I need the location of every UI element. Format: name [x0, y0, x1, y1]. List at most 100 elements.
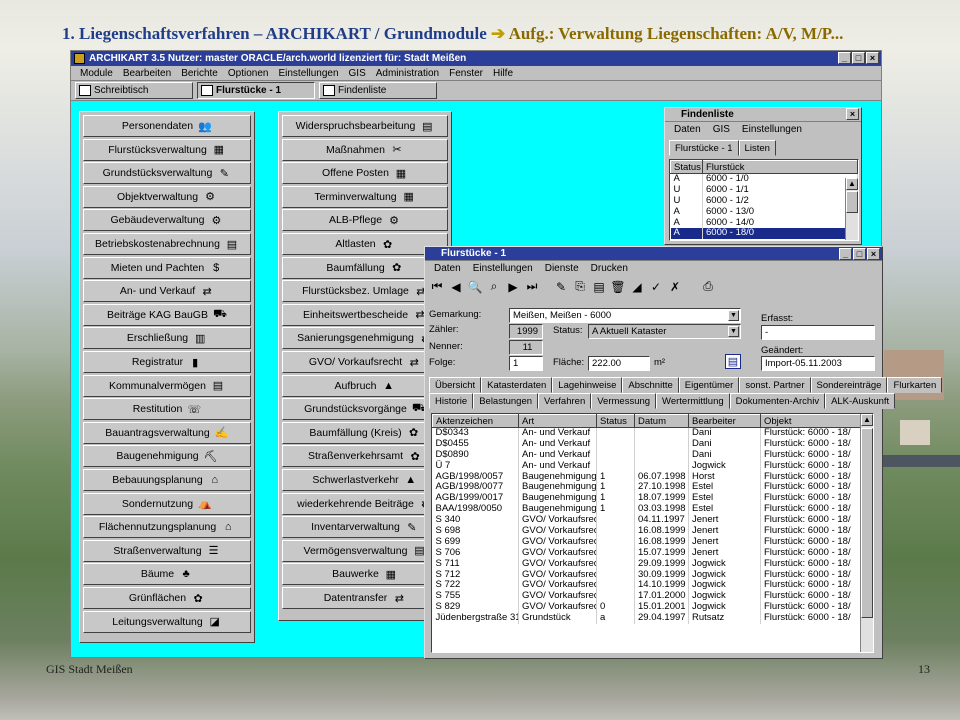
module-button[interactable]: Bebauungsplanung ⌂	[83, 469, 251, 491]
table-row[interactable]: AGB/1999/0017 Baugenehmigung 1 18.07.1999 Es…	[432, 492, 873, 504]
flurstuecke-tab[interactable]: Verfahren	[538, 393, 592, 409]
flurstuecke-maximize-button[interactable]: □	[853, 248, 866, 260]
module-button[interactable]: Sondernutzung ⛺	[83, 492, 251, 515]
table-row[interactable]: S 698GVO/ Vorkaufsrecht 16.08.1999JenertF…	[432, 525, 873, 537]
list-item[interactable]: A 6000 - 13/0	[670, 206, 858, 218]
module-button[interactable]: Objektverwaltung ⚙	[83, 185, 251, 208]
table-row[interactable]: S 711GVO/ Vorkaufsrecht 29.09.1999Jogwick…	[432, 558, 873, 570]
column-header[interactable]: Aktenzeichen	[432, 414, 519, 428]
table-row[interactable]: AGB/1998/0057 Baugenehmigung 1 06.07.1998 Ho…	[432, 471, 873, 482]
zaehler-field[interactable]: 1999	[509, 324, 543, 339]
last-record-icon[interactable]: ⏭	[524, 279, 540, 294]
geaendert-field[interactable]: Import-05.11.2003	[761, 356, 875, 371]
column-header[interactable]: Status	[596, 414, 635, 428]
module-button[interactable]: Maßnahmen ✂	[282, 138, 448, 161]
first-record-icon[interactable]: ⏮	[429, 279, 445, 294]
flurstuecke-tab[interactable]: Flurkarten	[887, 377, 943, 393]
flurstuecke-tab[interactable]: Übersicht	[429, 377, 482, 393]
prev-record-icon[interactable]: ◀	[448, 280, 464, 294]
module-button[interactable]: Leitungsverwaltung ◪	[83, 610, 251, 633]
module-button[interactable]: Straßenverwaltung ☰	[83, 539, 251, 562]
confirm-icon[interactable]: ✓	[648, 280, 664, 294]
findenliste-menu-item[interactable]: GIS	[707, 124, 736, 135]
list-item[interactable]: U 6000 - 1/2	[670, 195, 858, 207]
module-button[interactable]: ALB-Pflege ⚙	[282, 209, 448, 232]
print-icon[interactable]: ⎙	[700, 279, 716, 294]
column-header[interactable]: Objekt	[760, 414, 873, 428]
menu-item-einstellungen[interactable]: Einstellungen	[273, 68, 343, 79]
flurstuecke-menu-item[interactable]: Dienste	[539, 263, 585, 274]
flurstuecke-tab[interactable]: Abschnitte	[622, 377, 679, 393]
flurstuecke-menu-item[interactable]: Einstellungen	[467, 263, 539, 274]
erase-icon[interactable]: ◢	[629, 280, 645, 294]
menu-item-bearbeiten[interactable]: Bearbeiten	[118, 68, 176, 79]
menu-item-optionen[interactable]: Optionen	[223, 68, 274, 79]
cancel-icon[interactable]: ✗	[667, 280, 683, 294]
flurstuecke-tab[interactable]: Dokumenten-Archiv	[729, 393, 826, 409]
table-row[interactable]: S 829GVO/ Vorkaufsrecht015.01.2001Jogwic…	[432, 601, 873, 613]
maximize-button[interactable]: □	[852, 52, 865, 64]
module-button[interactable]: Mieten und Pachten $	[83, 256, 251, 279]
flurstuecke-tab[interactable]: ALK-Auskunft	[825, 393, 896, 409]
menu-item-gis[interactable]: GIS	[344, 68, 371, 79]
flurstuecke-tab[interactable]: Sondereinträge	[810, 377, 888, 393]
flurstuecke-tab[interactable]: Wertermittlung	[656, 393, 730, 409]
flurstuecke-menu-item[interactable]: Daten	[428, 263, 467, 274]
menu-item-administration[interactable]: Administration	[371, 68, 444, 79]
table-row[interactable]: D$0343 An- und Verkauf Dani Flurstück: 6000…	[432, 427, 873, 439]
list-item[interactable]: A 6000 - 1/0	[670, 173, 858, 185]
menu-item-hilfe[interactable]: Hilfe	[488, 68, 518, 79]
module-button[interactable]: Flächennutzungsplanung ⌂	[83, 516, 251, 539]
module-button[interactable]: Kommunalvermögen ▤	[83, 374, 251, 397]
close-button[interactable]: ×	[866, 52, 879, 64]
table-row[interactable]: Jüdenbergstraße 31 - Grundstück a 29.04.199…	[432, 612, 873, 624]
list-item[interactable]: U 6000 - 1/1	[670, 184, 858, 196]
module-button[interactable]: Terminverwaltung ▦	[282, 185, 448, 208]
erfasst-field[interactable]: -	[761, 325, 875, 340]
module-button[interactable]: Personendaten 👥	[83, 115, 251, 137]
flurstuecke-tab[interactable]: Eigentümer	[678, 377, 740, 393]
flurstuecke-tab[interactable]: Katasterdaten	[481, 377, 553, 393]
module-button[interactable]: Registratur ▮	[83, 351, 251, 373]
table-row[interactable]: S 706GVO/ Vorkaufsrecht 15.07.1999JenertF…	[432, 547, 873, 559]
table-row[interactable]: S 699GVO/ Vorkaufsrecht 16.08.1999JenertF…	[432, 536, 873, 548]
flurstuecke-minimize-button[interactable]: _	[839, 248, 852, 260]
chevron-down-icon[interactable]: ▼	[728, 310, 739, 321]
findenliste-menu-item[interactable]: Einstellungen	[736, 124, 808, 135]
column-header[interactable]: Flurstück	[702, 160, 858, 174]
next-record-icon[interactable]: ▶	[505, 280, 521, 294]
menu-item-module[interactable]: Module	[75, 68, 118, 79]
table-row[interactable]: S 712GVO/ Vorkaufsrecht 30.09.1999Jogwick…	[432, 569, 873, 580]
findenliste-scrollbar[interactable]: ▲	[845, 178, 858, 240]
module-button[interactable]: An- und Verkauf ⇄	[83, 280, 251, 303]
module-button[interactable]: Restitution ☏	[83, 398, 251, 421]
module-button[interactable]: Baugenehmigung ⛏	[83, 445, 251, 468]
paste-icon[interactable]: ▤	[591, 280, 607, 294]
flaeche-field[interactable]: 222.00	[588, 356, 650, 371]
module-button[interactable]: Erschließung ▥	[83, 327, 251, 350]
copy-icon[interactable]: ⎘	[572, 279, 588, 294]
table-row[interactable]: AGB/1998/0077 Baugenehmigung 1 27.10.1998 Es…	[432, 481, 873, 493]
column-header[interactable]: Art	[518, 414, 597, 428]
folge-field[interactable]: 1	[509, 356, 543, 371]
column-header[interactable]: Datum	[634, 414, 689, 428]
list-item[interactable]: A 6000 - 18/0	[670, 227, 858, 239]
column-header[interactable]: Status	[670, 160, 703, 174]
flurstuecke-tab[interactable]: Vermessung	[591, 393, 657, 409]
column-header[interactable]: Bearbeiter	[688, 414, 761, 428]
findenliste-tab[interactable]: Flurstücke - 1	[669, 140, 739, 156]
table-row[interactable]: D$0890 An- und Verkauf Dani Flurstück: 6000…	[432, 449, 873, 461]
scroll-thumb[interactable]	[846, 191, 858, 213]
delete-icon[interactable]: 🗑	[610, 280, 626, 294]
table-row[interactable]: S 722GVO/ Vorkaufsrecht 14.10.1999Jogwick…	[432, 579, 873, 591]
flurstuecke-tab[interactable]: Belastungen	[473, 393, 539, 409]
scroll-up-icon[interactable]: ▲	[846, 178, 858, 190]
toolbar-tab-0[interactable]: Schreibtisch	[75, 82, 193, 99]
module-button[interactable]: Beiträge KAG BauGB ⛟	[83, 303, 251, 326]
status-field[interactable]: A Aktuell Kataster ▼	[588, 324, 741, 339]
minimize-button[interactable]: _	[838, 52, 851, 64]
flurstuecke-tab[interactable]: Lagehinweise	[552, 377, 623, 393]
flurstuecke-tab[interactable]: sonst. Partner	[739, 377, 811, 393]
search-icon[interactable]: 🔍	[467, 280, 483, 294]
edit-icon[interactable]: ✎	[553, 280, 569, 294]
